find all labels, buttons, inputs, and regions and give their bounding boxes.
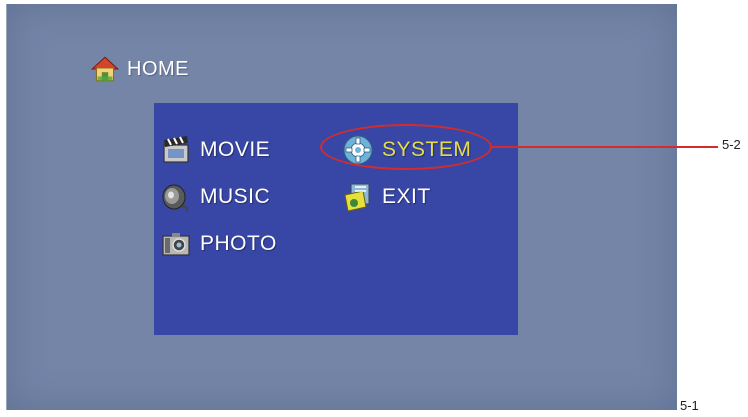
menu-item-photo[interactable]: PHOTO bbox=[160, 227, 277, 261]
exit-door-icon bbox=[344, 183, 370, 212]
menu-item-music[interactable]: MUSIC bbox=[160, 180, 270, 214]
menu-item-movie[interactable]: MOVIE bbox=[160, 133, 270, 167]
gear-icon bbox=[343, 135, 373, 165]
camera-icon bbox=[162, 233, 190, 256]
tv-screen: HOME MOVIE SYSTEM MUSIC EXIT PHOTO bbox=[6, 4, 677, 410]
callout-label-selection: 5-2 bbox=[722, 137, 741, 152]
menu-panel: MOVIE SYSTEM MUSIC EXIT PHOTO bbox=[154, 103, 518, 335]
menu-item-exit[interactable]: EXIT bbox=[342, 180, 431, 214]
home-header: HOME bbox=[89, 54, 189, 84]
film-clapper-icon bbox=[163, 136, 189, 163]
page-title: HOME bbox=[127, 57, 189, 80]
callout-label-screen: 5-1 bbox=[680, 398, 699, 413]
house-icon bbox=[90, 56, 120, 82]
menu-item-label: SYSTEM bbox=[382, 138, 472, 161]
menu-item-system[interactable]: SYSTEM bbox=[342, 133, 471, 167]
menu-item-label: MOVIE bbox=[200, 138, 271, 161]
menu-item-label: PHOTO bbox=[200, 232, 277, 255]
callout-line bbox=[492, 146, 718, 148]
menu-item-label: MUSIC bbox=[200, 185, 271, 208]
speaker-icon bbox=[162, 184, 189, 212]
menu-item-label: EXIT bbox=[382, 185, 431, 208]
